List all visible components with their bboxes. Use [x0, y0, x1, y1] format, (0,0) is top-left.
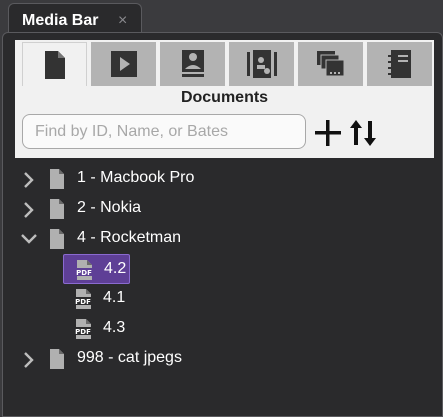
search-input[interactable]: [22, 114, 306, 149]
media-bar-panel: Documents 1 - Macbook Pro: [2, 32, 443, 417]
tree-child-4-1[interactable]: PDF 4.1: [63, 284, 130, 314]
exhibit-icon: [246, 50, 277, 78]
pdf-file-icon: PDF: [74, 260, 94, 280]
tree-item-macbook-pro[interactable]: 1 - Macbook Pro: [19, 165, 419, 193]
plus-icon[interactable]: [313, 118, 343, 148]
panel-title: Documents: [180, 89, 269, 106]
media-bar-tab-title: Media Bar: [22, 12, 99, 29]
chevron-right-icon[interactable]: [23, 201, 35, 219]
tree-item-label: 4 - Rocketman: [77, 229, 182, 246]
tree-child-4-3[interactable]: PDF 4.3: [63, 314, 130, 344]
notebook-icon: [387, 50, 411, 78]
sort-updown-icon[interactable]: [348, 118, 378, 148]
tree-item-cat-jpegs[interactable]: 998 - cat jpegs: [19, 345, 419, 373]
svg-text:PDF: PDF: [76, 269, 92, 277]
chevron-right-icon[interactable]: [23, 351, 35, 369]
witness-card-icon: [181, 50, 204, 77]
stacked-windows-icon: [316, 51, 344, 77]
tree-child-label: 4.2: [104, 260, 127, 277]
tree-child-4-2[interactable]: PDF 4.2: [63, 254, 130, 284]
chevron-down-icon[interactable]: [20, 233, 38, 245]
document-icon: [50, 229, 64, 249]
pdf-file-icon: PDF: [73, 319, 93, 339]
video-play-icon: [110, 51, 137, 77]
tab-stacked-windows[interactable]: [298, 42, 363, 86]
svg-text:PDF: PDF: [75, 298, 91, 306]
pdf-file-icon: PDF: [73, 289, 93, 309]
tree-child-label: 4.3: [103, 319, 126, 336]
tab-witnesses[interactable]: [160, 42, 225, 86]
tab-documents[interactable]: [22, 42, 87, 86]
document-icon: [50, 349, 64, 369]
tree-item-rocketman[interactable]: 4 - Rocketman: [19, 225, 419, 253]
svg-text:PDF: PDF: [75, 328, 91, 336]
tree-item-nokia[interactable]: 2 - Nokia: [19, 195, 419, 223]
documents-header: Documents: [15, 40, 434, 158]
tab-notebook[interactable]: [367, 42, 432, 86]
document-icon: [50, 199, 64, 219]
tree-child-label: 4.1: [103, 289, 126, 306]
tree-item-label: 998 - cat jpegs: [77, 349, 182, 366]
document-icon: [44, 50, 65, 79]
document-icon: [50, 169, 64, 189]
tree-item-label: 1 - Macbook Pro: [77, 169, 195, 186]
tree-item-label: 2 - Nokia: [77, 199, 142, 216]
close-icon[interactable]: ×: [118, 12, 127, 30]
tab-exhibits[interactable]: [229, 42, 294, 86]
chevron-right-icon[interactable]: [23, 171, 35, 189]
tab-media[interactable]: [91, 42, 156, 86]
